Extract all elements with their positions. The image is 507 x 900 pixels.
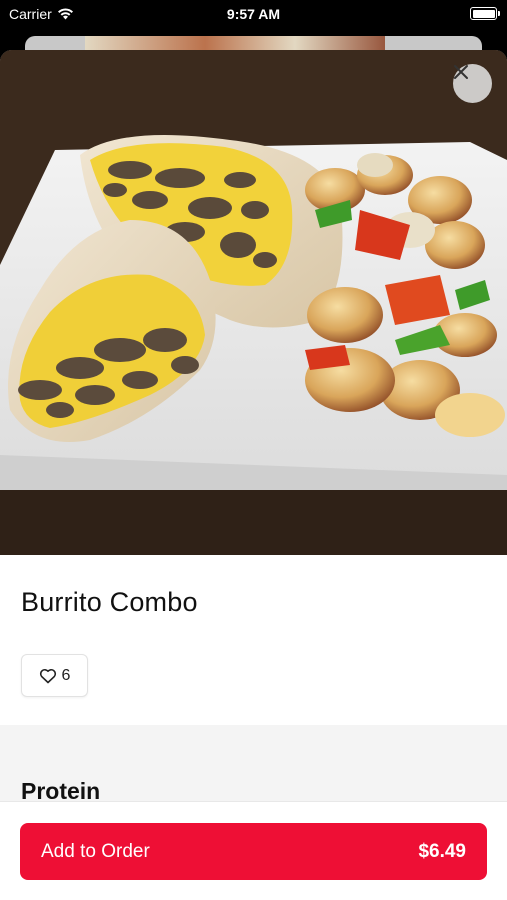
like-count: 6 xyxy=(61,666,71,684)
status-bar: Carrier 9:57 AM xyxy=(0,0,507,28)
item-detail-sheet: Burrito Combo 6 Protein Add to Order $6.… xyxy=(0,50,507,900)
item-title: Burrito Combo xyxy=(21,587,198,617)
battery-icon xyxy=(470,7,500,20)
close-button[interactable] xyxy=(453,64,492,103)
add-to-order-label: Add to Order xyxy=(41,840,150,862)
add-to-order-button[interactable]: Add to Order $6.49 xyxy=(20,823,487,880)
item-photo xyxy=(0,50,507,555)
heart-icon xyxy=(39,668,56,683)
order-footer: Add to Order $6.49 xyxy=(0,801,507,900)
close-icon xyxy=(454,65,468,79)
status-time: 9:57 AM xyxy=(226,6,281,22)
like-button[interactable]: 6 xyxy=(21,654,88,697)
add-to-order-price: $6.49 xyxy=(418,840,466,862)
